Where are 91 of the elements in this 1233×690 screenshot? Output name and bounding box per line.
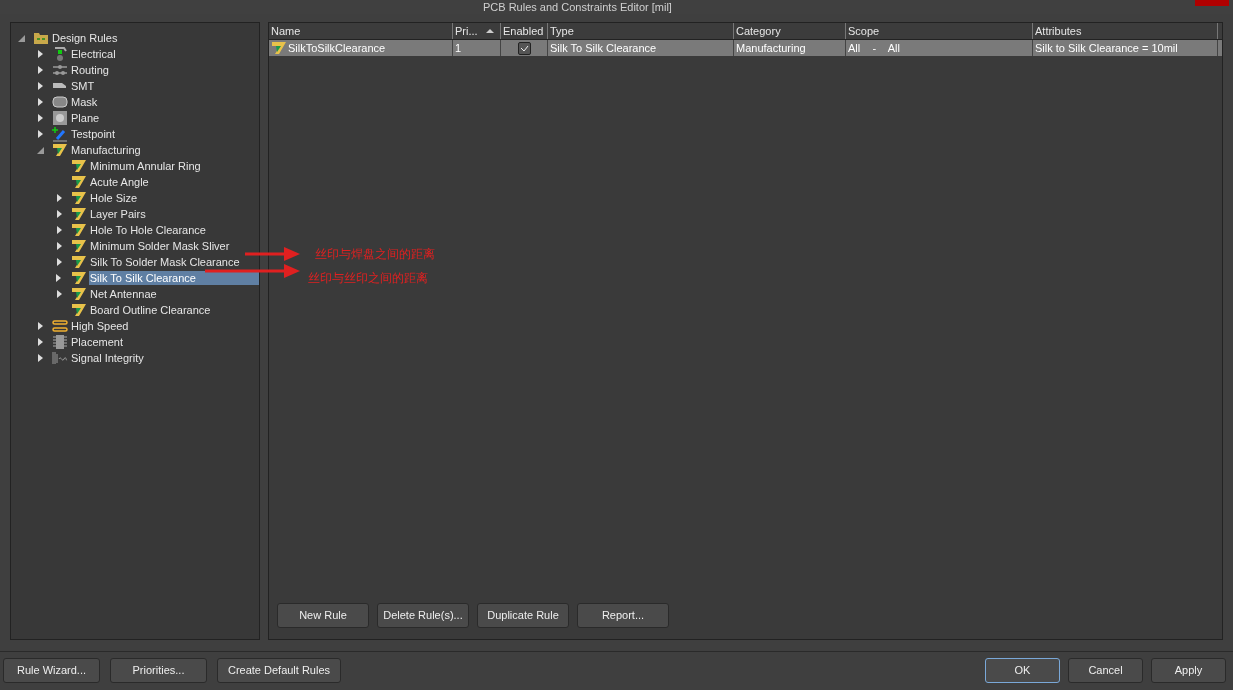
tree-item[interactable]: Minimum Annular Ring xyxy=(89,159,202,173)
expand-icon[interactable] xyxy=(37,338,43,346)
expand-icon[interactable] xyxy=(56,274,62,282)
table-cell: Silk To Silk Clearance xyxy=(548,40,734,56)
annotation-text: 丝印与丝印之间的距离 xyxy=(308,270,428,287)
rule-icon xyxy=(52,143,68,157)
dialog-button[interactable]: Delete Rule(s)... xyxy=(377,603,469,628)
tree-item[interactable]: Design Rules xyxy=(51,31,119,45)
tree-item[interactable]: Minimum Solder Mask Sliver xyxy=(89,239,231,253)
rule-icon xyxy=(271,41,287,55)
rule-icon xyxy=(71,191,87,205)
table-cell: 1 xyxy=(453,40,501,56)
annotation-text: 丝印与焊盘之间的距离 xyxy=(315,246,435,263)
tree-item[interactable]: Silk To Silk Clearance xyxy=(88,271,259,285)
rule-icon xyxy=(70,271,87,285)
routing-icon xyxy=(52,63,68,77)
checkmark-icon xyxy=(519,44,529,52)
expand-icon[interactable] xyxy=(37,322,43,330)
tree-item[interactable]: Routing xyxy=(70,63,110,77)
column-header[interactable]: Enabled xyxy=(501,23,548,39)
window-title: PCB Rules and Constraints Editor [mil] xyxy=(483,0,672,14)
expand-icon[interactable] xyxy=(56,210,62,218)
tree-item[interactable]: Plane xyxy=(70,111,101,125)
expand-icon[interactable] xyxy=(37,82,43,90)
table-cell: All - All xyxy=(846,40,1033,56)
arrow xyxy=(245,247,300,261)
dialog-button[interactable]: New Rule xyxy=(277,603,369,628)
column-header[interactable]: Pri... xyxy=(453,23,501,39)
tree-item[interactable]: Hole Size xyxy=(89,191,139,205)
expand-icon[interactable] xyxy=(56,242,62,250)
dialog-button[interactable]: Priorities... xyxy=(110,658,207,683)
dialog-button[interactable]: Duplicate Rule xyxy=(477,603,569,628)
rule-icon xyxy=(71,223,87,237)
table-cell: Silk to Silk Clearance = 10mil xyxy=(1033,40,1218,56)
tree-item[interactable]: Manufacturing xyxy=(70,143,142,157)
tree-item[interactable]: SMT xyxy=(70,79,96,93)
high-speed-icon xyxy=(52,319,68,333)
tree-item[interactable]: Board Outline Clearance xyxy=(89,303,212,317)
dialog-button[interactable]: Report... xyxy=(577,603,669,628)
expand-icon[interactable] xyxy=(37,114,43,122)
tree-item[interactable]: Mask xyxy=(70,95,99,109)
dialog-button[interactable]: Rule Wizard... xyxy=(3,658,100,683)
dialog-button[interactable]: Create Default Rules xyxy=(217,658,341,683)
rule-icon xyxy=(71,287,87,301)
collapse-icon[interactable] xyxy=(36,146,44,154)
rule-icon xyxy=(71,175,87,189)
tree-item[interactable]: Hole To Hole Clearance xyxy=(89,223,207,237)
tree-item[interactable]: Acute Angle xyxy=(89,175,150,189)
expand-icon[interactable] xyxy=(37,354,43,362)
testpoint-icon xyxy=(52,126,68,142)
tree-item[interactable]: Testpoint xyxy=(70,127,117,141)
chip-icon xyxy=(52,334,68,350)
table-cell-text: SilkToSilkClearance xyxy=(288,40,386,56)
component-icon xyxy=(52,46,68,62)
sort-ascending-icon xyxy=(486,29,494,33)
rule-icon xyxy=(71,239,87,253)
expand-icon[interactable] xyxy=(37,66,43,74)
column-header[interactable]: Name xyxy=(269,23,453,39)
expand-icon[interactable] xyxy=(37,98,43,106)
expand-icon[interactable] xyxy=(37,130,43,138)
mask-icon xyxy=(52,95,68,109)
signal-icon xyxy=(52,351,68,365)
expand-icon[interactable] xyxy=(56,258,62,266)
tree-item[interactable]: Placement xyxy=(70,335,124,349)
checkbox[interactable] xyxy=(517,41,531,55)
table-row[interactable]: SilkToSilkClearance 1 Silk To Silk Clearance Manufacturing All - All Silk to Silk Clearance = 10mil xyxy=(269,40,1222,56)
expand-icon[interactable] xyxy=(56,290,62,298)
expand-icon[interactable] xyxy=(56,194,62,202)
column-header[interactable]: Scope xyxy=(846,23,1033,39)
table-cell: Manufacturing xyxy=(734,40,846,56)
expand-icon[interactable] xyxy=(56,226,62,234)
rule-icon xyxy=(71,207,87,221)
rule-icon xyxy=(71,303,87,317)
tree-item[interactable]: Electrical xyxy=(70,47,117,61)
tree-item[interactable]: High Speed xyxy=(70,319,130,333)
dialog-button[interactable]: OK xyxy=(985,658,1060,683)
dialog-button[interactable]: Apply xyxy=(1151,658,1226,683)
column-header[interactable]: Attributes xyxy=(1033,23,1218,39)
column-header[interactable]: Category xyxy=(734,23,846,39)
tree-item[interactable]: Silk To Solder Mask Clearance xyxy=(89,255,241,269)
tree-item[interactable]: Signal Integrity xyxy=(70,351,145,365)
collapse-icon[interactable] xyxy=(17,34,25,42)
column-header[interactable]: Type xyxy=(548,23,734,39)
dialog-button[interactable]: Cancel xyxy=(1068,658,1143,683)
tree-item[interactable]: Net Antennae xyxy=(89,287,158,301)
tree-item[interactable]: Layer Pairs xyxy=(89,207,147,221)
rule-icon xyxy=(71,255,87,269)
rule-icon xyxy=(71,159,87,173)
plane-icon xyxy=(52,110,68,126)
folder-icon xyxy=(33,31,49,45)
expand-icon[interactable] xyxy=(37,50,43,58)
